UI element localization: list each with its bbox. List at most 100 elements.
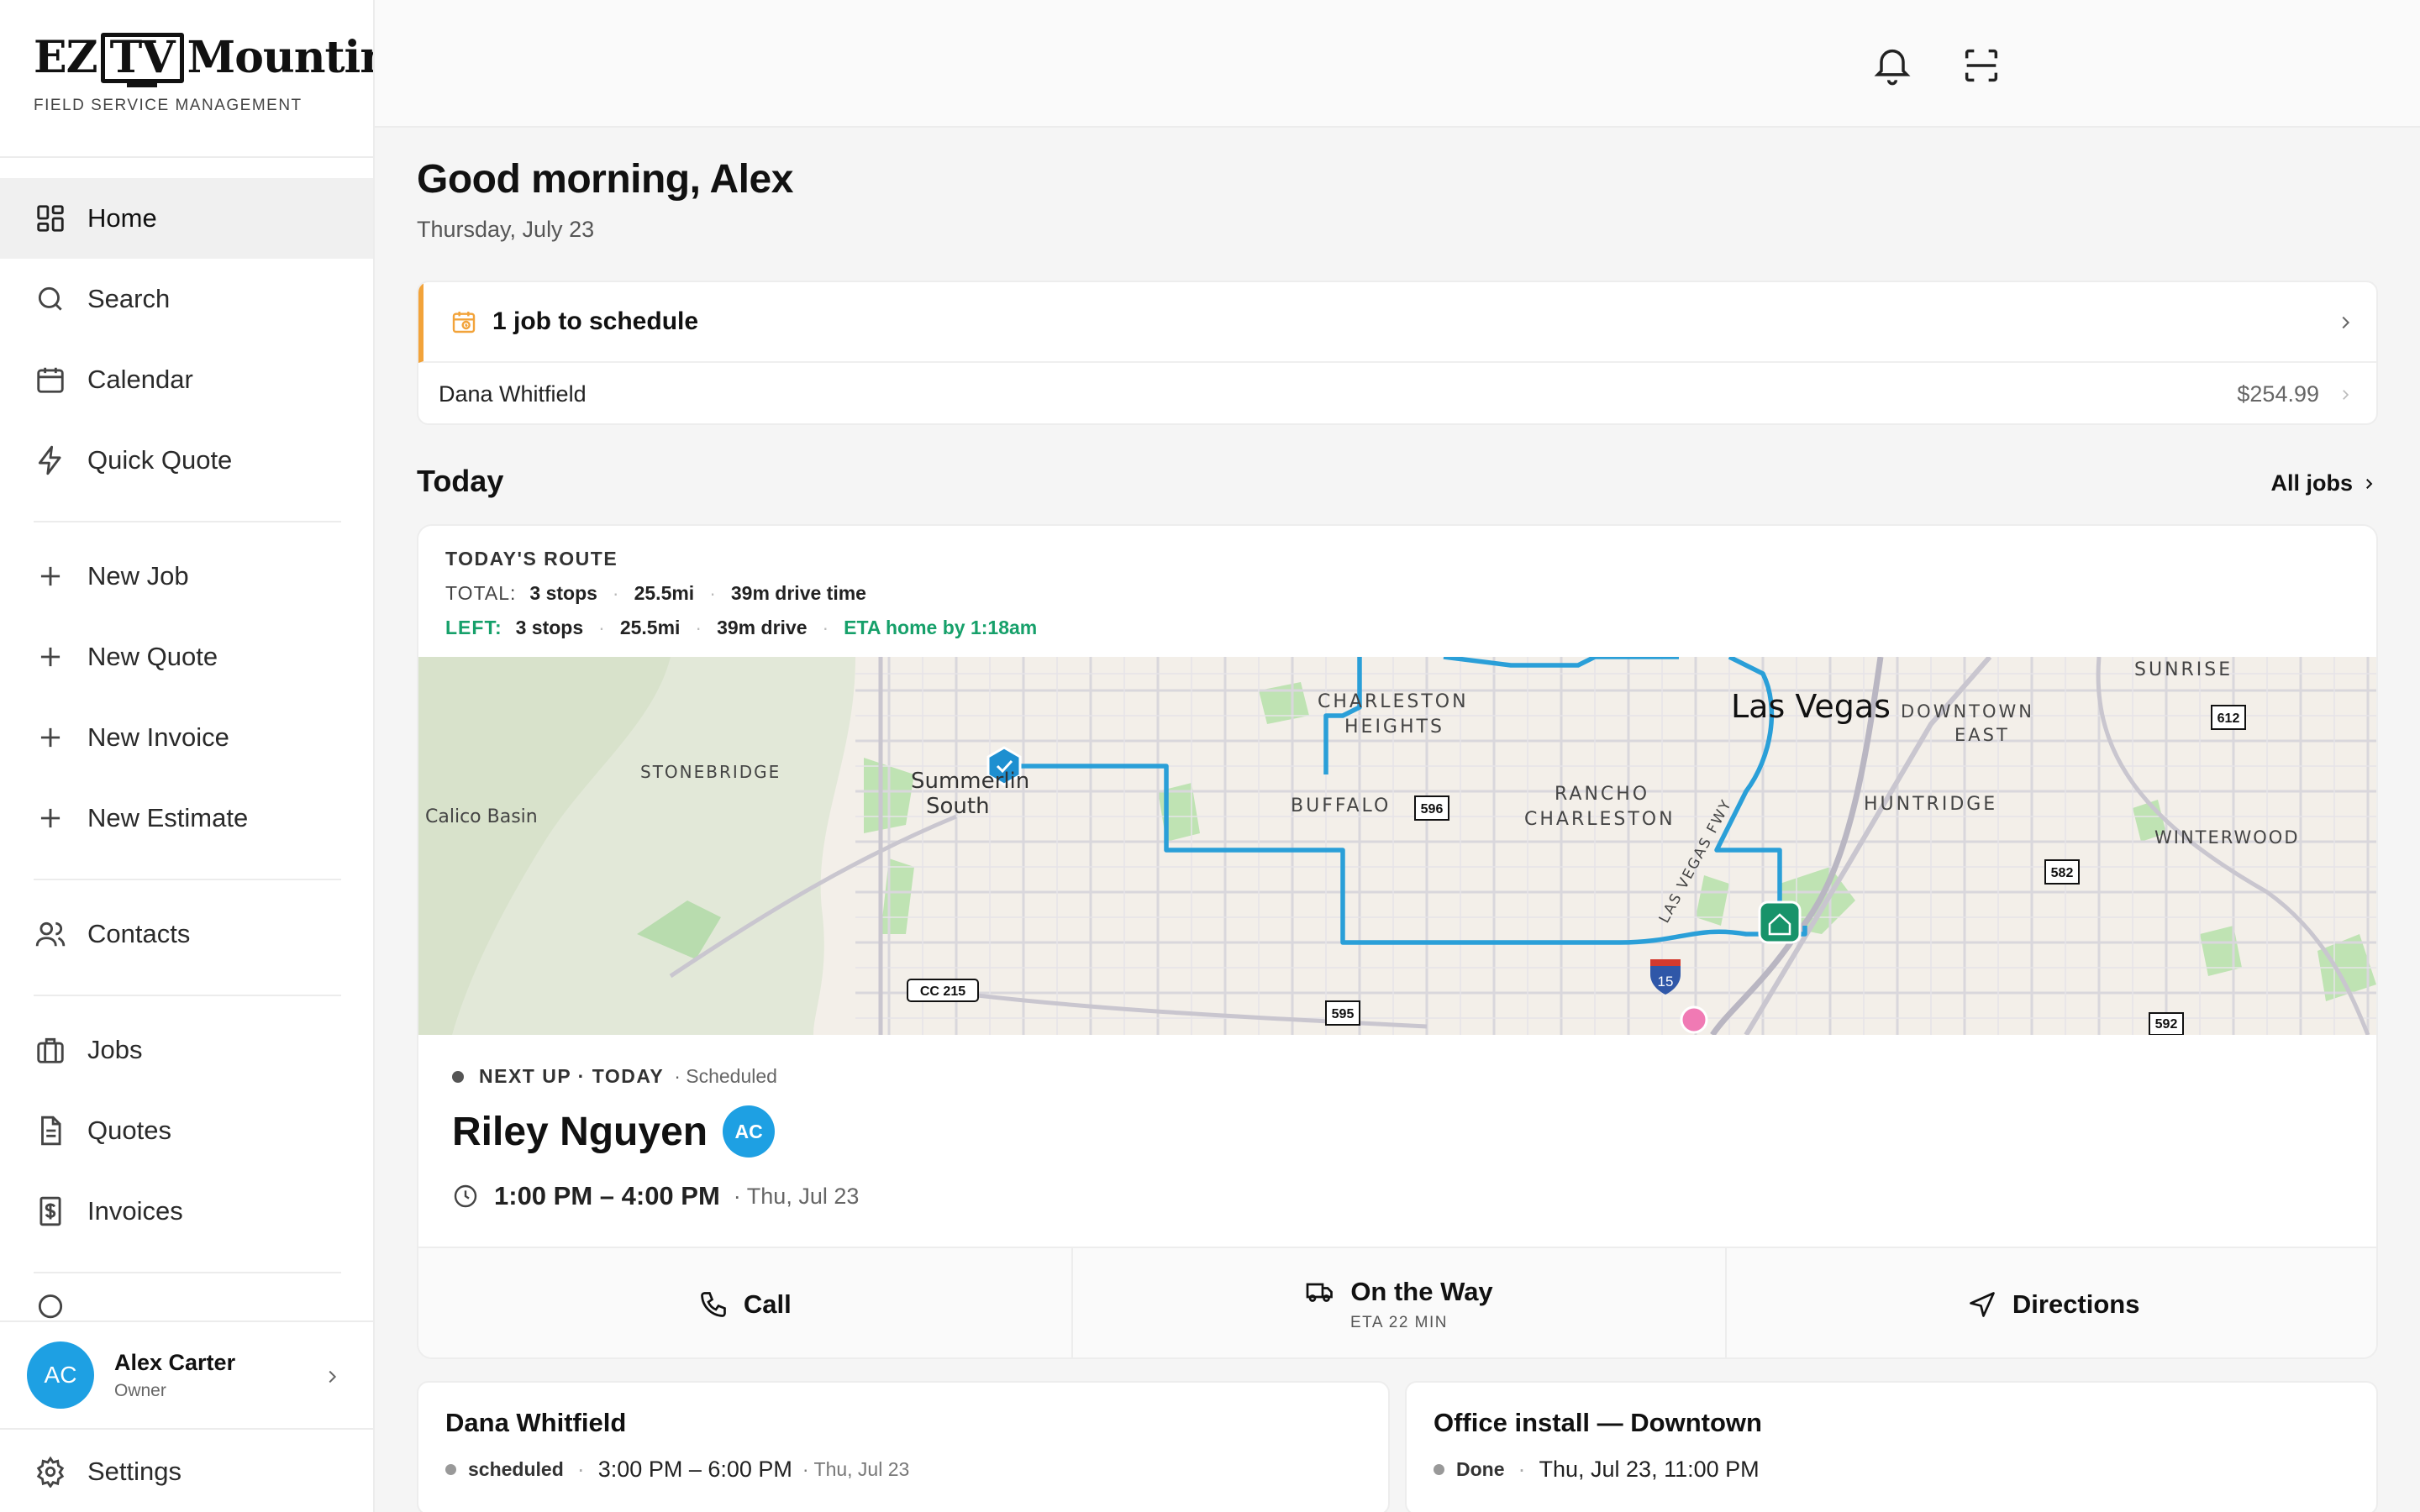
- sidebar-item-label: Jobs: [87, 1035, 143, 1064]
- top-bar: [375, 0, 2420, 128]
- sidebar-item-new-job[interactable]: New Job: [0, 536, 373, 617]
- map-label-summerlin-south: South: [926, 794, 990, 819]
- calendar-clock-icon: [452, 312, 476, 333]
- divider: [0, 156, 373, 158]
- unscheduled-job-row[interactable]: Dana Whitfield $254.99: [418, 363, 2376, 423]
- next-up-status: · Scheduled: [674, 1065, 777, 1087]
- lightning-icon: [34, 444, 67, 477]
- plus-icon: [34, 640, 67, 674]
- call-button[interactable]: Call: [418, 1248, 1073, 1357]
- map-label-winterwood: WINTERWOOD: [2154, 827, 2300, 848]
- calendar-icon: [34, 363, 67, 396]
- status-dot: [1434, 1464, 1444, 1475]
- route-582-label: 582: [2051, 866, 2074, 880]
- sidebar-item-invoices[interactable]: Invoices: [0, 1171, 373, 1252]
- map-label-buffalo: BUFFALO: [1291, 795, 1391, 816]
- brand[interactable]: EZTVMounting FIELD SERVICE MANAGEMENT: [34, 32, 373, 115]
- on-the-way-label: On the Way: [1350, 1277, 1493, 1306]
- bell-icon[interactable]: [1870, 44, 1914, 87]
- sidebar-item-hidden-partial[interactable]: [0, 1287, 373, 1320]
- directions-label: Directions: [2012, 1289, 2140, 1319]
- briefcase-icon: [34, 1033, 67, 1067]
- sidebar-item-label: Contacts: [87, 919, 191, 948]
- job-card-time: Thu, Jul 23, 11:00 PM: [1539, 1457, 1760, 1482]
- sidebar-item-home[interactable]: Home: [0, 178, 373, 259]
- chevron-right-icon: [329, 1370, 337, 1383]
- plus-icon: [34, 721, 67, 754]
- on-the-way-button[interactable]: On the Way ETA 22 MIN: [1073, 1248, 1728, 1357]
- avatar: AC: [27, 1341, 94, 1409]
- user-profile-card[interactable]: AC Alex Carter Owner: [0, 1320, 373, 1430]
- poi-marker[interactable]: [1680, 1005, 1708, 1034]
- phone-icon: [701, 1292, 726, 1317]
- all-jobs-link[interactable]: All jobs: [2270, 470, 2376, 496]
- route-summary: TODAY'S ROUTE TOTAL: 3 stops · 25.5mi · …: [445, 548, 1037, 639]
- next-job-customer[interactable]: Riley Nguyen AC: [452, 1105, 776, 1158]
- route-612-label: 612: [2217, 711, 2240, 726]
- job-card-status: Done: [1456, 1458, 1505, 1480]
- map-label-rancho: RANCHO: [1555, 784, 1649, 805]
- job-card[interactable]: Dana Whitfield scheduled · 3:00 PM – 6:0…: [417, 1381, 1390, 1512]
- job-card-meta: Done · Thu, Jul 23, 11:00 PM: [1434, 1457, 1760, 1483]
- invoice-icon: [34, 1194, 67, 1228]
- route-595-label: 595: [1332, 1007, 1355, 1021]
- jobs-to-schedule-title: 1 job to schedule: [492, 307, 699, 335]
- job-card-title: Office install — Downtown: [1434, 1408, 1762, 1437]
- sidebar-item-label: Home: [87, 203, 157, 233]
- cc215-label: CC 215: [920, 984, 965, 999]
- chevron-right-icon: [2342, 316, 2350, 329]
- directions-button[interactable]: Directions: [1727, 1248, 2376, 1357]
- sidebar-item-quotes[interactable]: Quotes: [0, 1090, 373, 1171]
- all-jobs-label: All jobs: [2270, 470, 2353, 496]
- divider: [34, 521, 341, 522]
- sidebar-item-label: New Estimate: [87, 803, 249, 832]
- sidebar-item-new-estimate[interactable]: New Estimate: [0, 778, 373, 858]
- map-label-charleston: CHARLESTON: [1318, 691, 1469, 712]
- status-dot: [445, 1464, 456, 1475]
- route-label: TODAY'S ROUTE: [445, 548, 618, 570]
- separator-dot: ·: [709, 582, 716, 604]
- chevron-right-icon: [2366, 478, 2373, 489]
- route-left-drive: 39m drive: [717, 617, 808, 638]
- sidebar-item-quick-quote[interactable]: Quick Quote: [0, 420, 373, 501]
- route-total-key: TOTAL:: [445, 582, 517, 604]
- separator-dot: ·: [822, 617, 829, 638]
- job-card[interactable]: Office install — Downtown Done · Thu, Ju…: [1405, 1381, 2378, 1512]
- current-date: Thursday, July 23: [417, 217, 595, 242]
- map-label-huntridge: HUNTRIDGE: [1864, 794, 1997, 815]
- truck-icon: [1306, 1283, 1334, 1302]
- home-marker[interactable]: [1758, 900, 1802, 944]
- greeting-title: Good morning, Alex: [417, 157, 793, 202]
- chart-icon: [34, 1287, 67, 1320]
- route-map[interactable]: 15 596 612 582 595 592 CC 215 Calico Bas…: [418, 657, 2378, 1035]
- plus-icon: [34, 801, 67, 835]
- sidebar-item-contacts[interactable]: Contacts: [0, 894, 373, 974]
- sidebar-item-label: New Quote: [87, 642, 218, 671]
- users-icon: [34, 917, 67, 951]
- logo-text-ez: EZ: [34, 32, 98, 83]
- route-total-stops: 3 stops: [529, 582, 597, 604]
- jobs-to-schedule-header[interactable]: 1 job to schedule: [418, 282, 2376, 363]
- sidebar-item-jobs[interactable]: Jobs: [0, 1010, 373, 1090]
- unscheduled-amount: $254.99: [2237, 381, 2319, 407]
- sidebar-item-settings[interactable]: Settings: [0, 1431, 373, 1512]
- sidebar-item-label: Search: [87, 284, 171, 313]
- sidebar-item-label: Quick Quote: [87, 445, 233, 475]
- gear-icon: [34, 1455, 67, 1488]
- sidebar-item-search[interactable]: Search: [0, 259, 373, 339]
- job-card-meta: scheduled · 3:00 PM – 6:00 PM · Thu, Jul…: [445, 1457, 909, 1483]
- sidebar-item-calendar[interactable]: Calendar: [0, 339, 373, 420]
- route-left-line: LEFT: 3 stops · 25.5mi · 39m drive · ETA…: [445, 617, 1037, 639]
- scan-icon[interactable]: [1960, 44, 2003, 87]
- sidebar-item-new-quote[interactable]: New Quote: [0, 617, 373, 697]
- svg-text:15: 15: [1658, 974, 1674, 990]
- route-total-line: TOTAL: 3 stops · 25.5mi · 39m drive time: [445, 582, 1037, 605]
- route-total-drive: 39m drive time: [730, 582, 866, 604]
- separator-dot: ·: [576, 1457, 585, 1482]
- map-label-summerlin: Summerlin: [911, 769, 1029, 794]
- next-job-actions: Call On the Way ETA 22 MIN Directions: [418, 1247, 2376, 1357]
- todays-route-card: TODAY'S ROUTE TOTAL: 3 stops · 25.5mi · …: [417, 524, 2378, 1359]
- map-label-las-vegas: Las Vegas: [1731, 688, 1891, 725]
- sidebar-item-new-invoice[interactable]: New Invoice: [0, 697, 373, 778]
- route-eta-home: ETA home by 1:18am: [844, 617, 1038, 638]
